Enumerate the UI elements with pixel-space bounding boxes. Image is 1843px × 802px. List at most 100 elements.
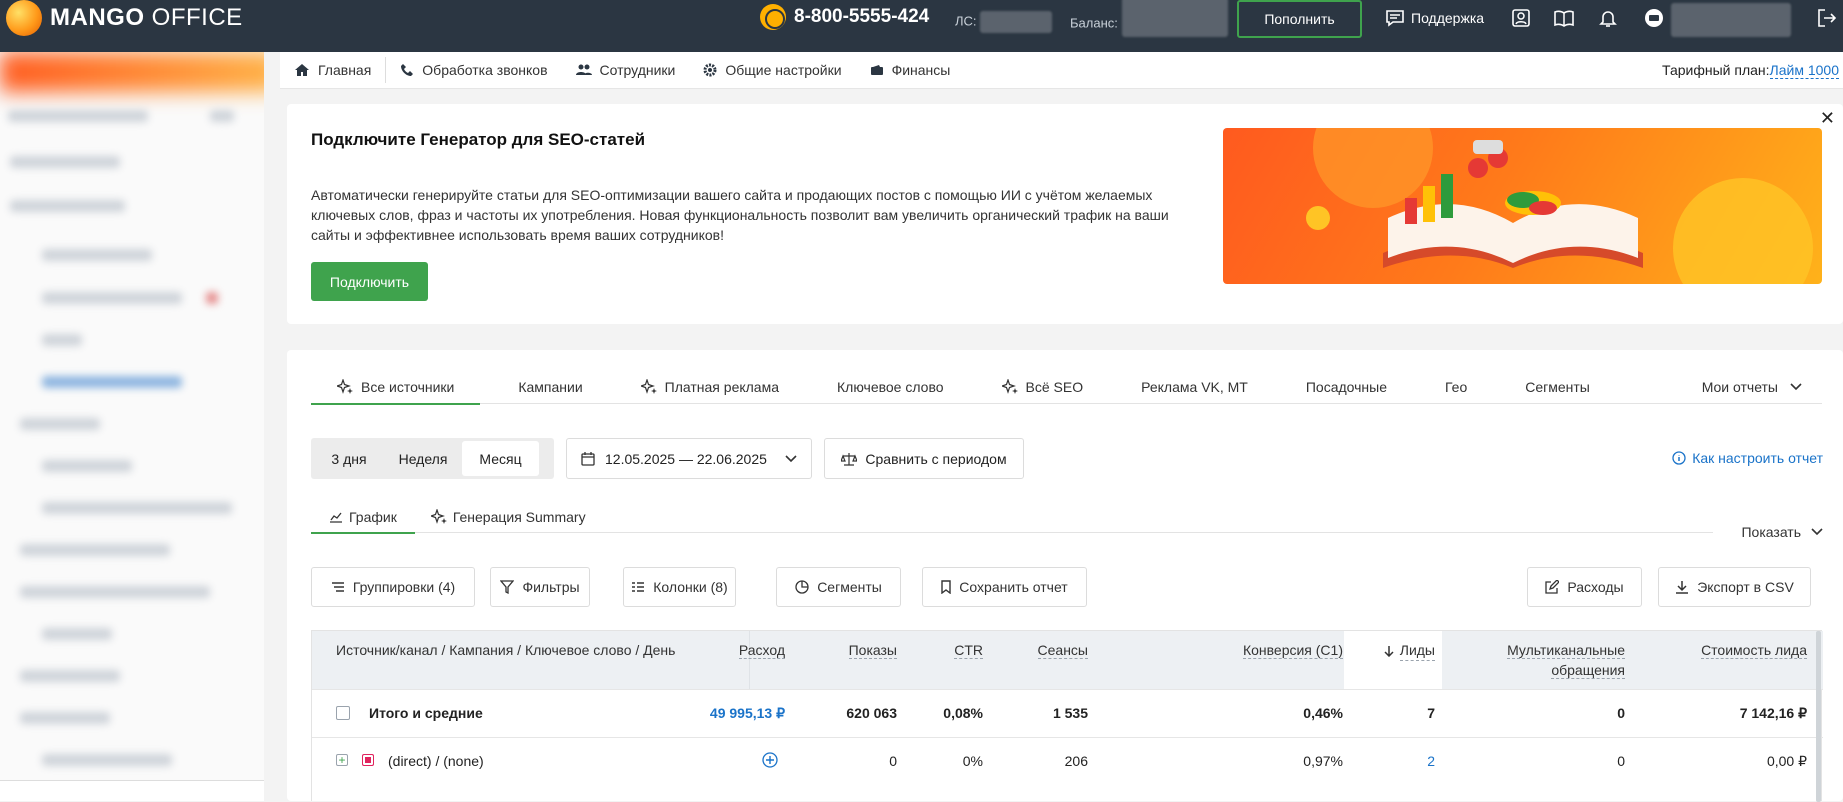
tab-geo[interactable]: Гео [1445,370,1467,404]
report-panel: Все источники Кампании Платная реклама К… [287,350,1843,802]
add-spend-icon[interactable] [762,752,778,768]
period-switcher: 3 дня Неделя Месяц [311,438,554,479]
col-lead-cost[interactable]: Стоимость лида [1701,640,1807,660]
support-link[interactable]: Поддержка [1385,9,1484,27]
col-source[interactable]: Источник/канал / Кампания / Ключевое сло… [336,640,675,660]
connect-button[interactable]: Подключить [311,262,428,301]
user-avatar-icon[interactable] [1643,7,1665,29]
tab-keyword[interactable]: Ключевое слово [837,370,944,404]
nav-item-settings[interactable]: Общие настройки [689,52,855,89]
groupings-button[interactable]: Группировки (4) [311,567,475,607]
col-conversion[interactable]: Конверсия (C1) [1242,640,1343,660]
row-checkbox[interactable] [336,706,350,720]
notifications-bell-icon[interactable] [1597,7,1619,29]
chevron-down-icon [1790,383,1802,391]
hotline-phone[interactable]: 8-800-5555-424 [760,4,929,30]
col-ctr[interactable]: CTR [954,640,983,660]
book-chart-illustration [1306,128,1813,284]
period-week[interactable]: Неделя [384,441,462,476]
home-icon [295,64,309,76]
user-name-blurred[interactable] [1671,3,1791,37]
tab-all-sources[interactable]: Все источники [311,370,481,405]
period-3-days[interactable]: 3 дня [314,441,384,476]
tariff-link[interactable]: Лайм 1000 [1769,62,1839,79]
col-shows[interactable]: Показы [848,640,897,660]
table-header: Источник/канал / Кампания / Ключевое сло… [312,631,1823,689]
balance: Баланс: [1070,0,1228,37]
knowledge-book-icon[interactable] [1553,7,1575,29]
nav-item-call-processing[interactable]: Обработка звонков [386,52,561,89]
nav-item-finance[interactable]: Финансы [856,52,965,89]
download-icon [1676,581,1689,594]
tab-segments[interactable]: Сегменты [1525,370,1590,404]
filters-button[interactable]: Фильтры [490,567,590,607]
leads-link[interactable]: 2 [1427,753,1435,769]
columns-icon [632,582,645,592]
logo-ball-icon [6,0,42,36]
filter-icon [500,580,515,594]
table-row-total: Итого и средние 49 995,13 ₽ 620 063 0,08… [312,689,1823,737]
sparkle-icon [640,379,657,394]
sparkle-icon [337,379,353,394]
tab-landing-pages[interactable]: Посадочные [1306,370,1387,404]
subtab-chart[interactable]: График [311,501,415,534]
chart-icon [330,512,342,523]
view-subtabs: График Генерация Summary [311,501,1713,534]
wallet-icon [870,65,883,75]
account-number: ЛС: [955,11,1053,33]
expenses-button[interactable]: Расходы [1527,567,1642,607]
edit-icon [1545,580,1560,594]
nav-item-employees[interactable]: Сотрудники [562,52,690,89]
headset-icon [760,4,786,30]
col-sessions[interactable]: Сеансы [1037,640,1088,660]
how-to-setup-link[interactable]: Как настроить отчет [1672,450,1823,466]
logo[interactable]: MANGO OFFICE [6,0,243,36]
logout-icon[interactable] [1816,7,1838,29]
scales-icon [841,452,858,466]
bookmark-icon [941,580,951,594]
source-color-marker [362,754,374,766]
tab-my-reports[interactable]: Мои отчеты [1702,370,1802,404]
segments-button[interactable]: Сегменты [776,567,901,607]
topup-button[interactable]: Пополнить [1237,0,1362,38]
phone-icon [401,64,414,76]
col-spend[interactable]: Расход [738,640,785,660]
top-bar: MANGO OFFICE 8-800-5555-424 ЛС: Баланс: … [0,0,1843,52]
tab-vk-mt-ads[interactable]: Реклама VK, MT [1141,370,1248,404]
sort-down-arrow-icon [1384,645,1394,657]
contact-card-icon[interactable] [1510,7,1532,29]
show-toggle[interactable]: Показать [1741,524,1823,540]
col-multichannel[interactable]: Мультиканальные обращения [1507,640,1625,680]
total-spend[interactable]: 49 995,13 ₽ [710,705,785,722]
pie-icon [795,580,809,594]
close-icon[interactable]: ✕ [1820,108,1835,129]
period-month[interactable]: Месяц [462,441,539,476]
promo-description: Автоматически генерируйте статьи для SEO… [311,187,1169,243]
tab-paid-ads[interactable]: Платная реклама [640,370,779,404]
date-range-picker[interactable]: 12.05.2025 — 22.06.2025 [566,438,812,479]
report-tabs: Все источники Кампании Платная реклама К… [311,370,1822,405]
sparkle-icon [1001,379,1018,394]
export-csv-button[interactable]: Экспорт в CSV [1658,567,1811,607]
expand-row-icon[interactable]: + [336,754,348,766]
chevron-down-icon [785,454,797,462]
chat-icon [1386,10,1404,27]
info-icon [1672,451,1686,465]
table-scrollbar[interactable] [1816,631,1821,802]
col-leads[interactable]: Лиды [1384,640,1435,661]
promo-banner: Подключите Генератор для SEO-статей Авто… [287,104,1843,324]
nav-item-home[interactable]: Главная [280,52,385,89]
chevron-down-icon [1811,528,1823,536]
gear-icon [703,63,717,77]
tab-all-seo[interactable]: Всё SEO [1001,370,1083,404]
compare-period-button[interactable]: Сравнить с периодом [824,438,1024,479]
subtab-generate-summary[interactable]: Генерация Summary [430,501,586,533]
calendar-icon [581,451,595,466]
table-row: + (direct) / (none) 0 0% 206 0,97% 2 0 0… [312,737,1823,785]
list-icon [331,582,344,592]
tab-campaigns[interactable]: Кампании [518,370,582,404]
promo-illustration [1223,128,1822,284]
save-report-button[interactable]: Сохранить отчет [922,567,1087,607]
promo-title: Подключите Генератор для SEO-статей [311,130,646,149]
columns-button[interactable]: Колонки (8) [623,567,736,607]
